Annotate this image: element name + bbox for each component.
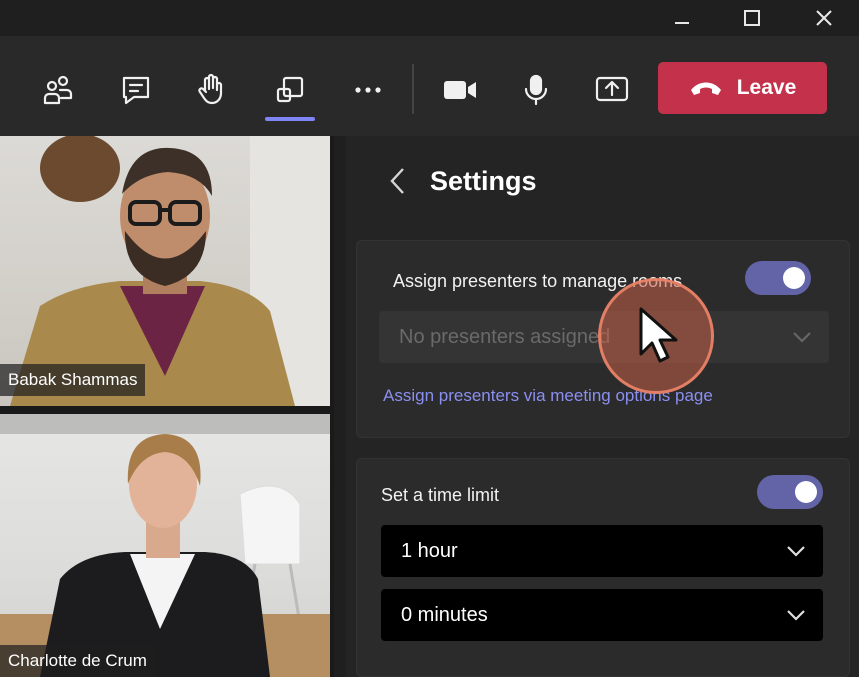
more-options-icon (355, 87, 381, 93)
camera-button[interactable] (434, 64, 486, 116)
breakout-rooms-icon (276, 76, 304, 103)
video-gallery: Babak Shammas Charlotte de Crum (0, 136, 334, 677)
more-options-button[interactable] (342, 64, 394, 116)
share-screen-icon (595, 76, 629, 102)
minimize-button[interactable] (658, 0, 706, 36)
maximize-button[interactable] (728, 0, 776, 36)
minimize-icon (675, 22, 689, 24)
chevron-down-icon (785, 605, 807, 631)
assign-presenters-toggle[interactable] (745, 261, 811, 295)
breakout-rooms-button[interactable] (264, 64, 316, 116)
mouse-pointer-icon (639, 307, 678, 363)
participant-video-tile[interactable]: Charlotte de Crum (0, 414, 330, 677)
page-title: Settings (430, 166, 537, 196)
hang-up-icon (690, 82, 721, 95)
leave-button[interactable]: Leave (658, 62, 827, 114)
active-tab-indicator (265, 117, 315, 121)
raise-hand-button[interactable] (186, 64, 238, 116)
hours-value: 1 hour (401, 539, 458, 562)
chevron-down-icon (791, 327, 813, 353)
settings-panel: Settings Assign presenters to manage roo… (346, 136, 859, 677)
chat-button[interactable] (110, 64, 162, 116)
close-window-button[interactable] (800, 0, 848, 36)
participant-name: Babak Shammas (0, 364, 146, 396)
chevron-left-icon (390, 168, 404, 194)
toolbar-divider (412, 64, 414, 114)
time-limit-card: Set a time limit 1 hour 0 minutes (356, 458, 850, 677)
maximize-icon (744, 10, 760, 26)
raise-hand-icon (198, 73, 223, 105)
microphone-icon (524, 74, 548, 106)
meeting-toolbar: Leave (0, 36, 859, 136)
close-icon (816, 10, 832, 26)
people-button[interactable] (32, 64, 84, 116)
chevron-down-icon (785, 541, 807, 567)
time-limit-toggle[interactable] (757, 475, 823, 509)
minutes-dropdown[interactable]: 0 minutes (381, 589, 823, 641)
hours-dropdown[interactable]: 1 hour (381, 525, 823, 577)
share-screen-button[interactable] (586, 64, 638, 116)
minutes-value: 0 minutes (401, 603, 488, 626)
leave-label: Leave (736, 76, 797, 99)
camera-icon (444, 81, 476, 99)
time-limit-label: Set a time limit (381, 485, 500, 505)
people-icon (43, 75, 73, 105)
presenters-placeholder: No presenters assigned (399, 325, 611, 348)
back-button[interactable] (382, 164, 412, 198)
chat-icon (122, 76, 150, 105)
microphone-button[interactable] (510, 64, 562, 116)
participant-name: Charlotte de Crum (0, 645, 155, 677)
participant-video-tile[interactable]: Babak Shammas (0, 136, 330, 406)
settings-header: Settings (346, 136, 859, 226)
participant-video-2 (0, 414, 330, 677)
title-bar (0, 0, 859, 36)
